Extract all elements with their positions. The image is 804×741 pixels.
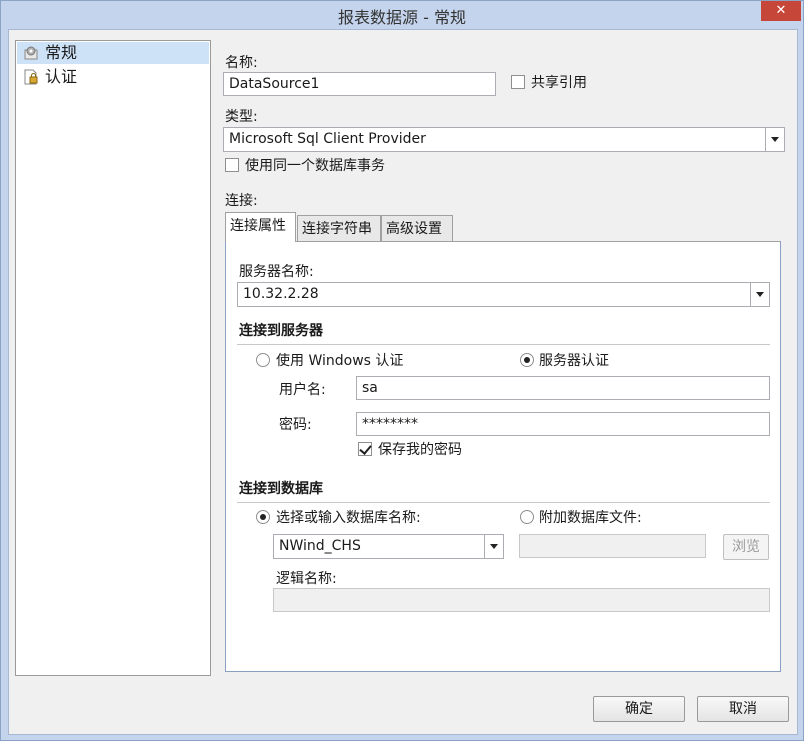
server-name-select[interactable]: 10.32.2.28 (237, 282, 770, 307)
windows-auth-radio[interactable] (256, 353, 270, 367)
divider (237, 502, 770, 503)
logical-name-field (273, 588, 770, 612)
close-button[interactable]: ✕ (761, 1, 801, 21)
password-field[interactable]: ******** (356, 412, 770, 436)
select-db-radio[interactable] (256, 510, 270, 524)
same-transaction-checkbox[interactable] (225, 158, 239, 172)
shared-reference-checkbox[interactable] (511, 75, 525, 89)
server-auth-radio[interactable] (520, 353, 534, 367)
cancel-button[interactable]: 取消 (697, 696, 789, 722)
shared-reference-label: 共享引用 (531, 75, 587, 91)
nav-item-label: 常规 (45, 43, 78, 62)
server-auth-label: 服务器认证 (539, 353, 609, 369)
attach-db-label: 附加数据库文件: (539, 510, 642, 526)
database-name-select[interactable]: NWind_CHS (273, 534, 504, 559)
select-db-label: 选择或输入数据库名称: (276, 510, 421, 526)
connection-properties-panel: 服务器名称: 10.32.2.28 连接到服务器 使用 Windows 认证 服… (225, 241, 781, 672)
dialog-window: 报表数据源 - 常规 ✕ 常规 认证 名称: DataSource1 共享引用 … (0, 0, 804, 741)
nav-item-label: 认证 (45, 67, 78, 86)
type-label: 类型: (225, 109, 258, 125)
connect-db-title: 连接到数据库 (239, 481, 323, 497)
browse-button: 浏览 (723, 534, 769, 560)
attach-db-file-field (519, 534, 706, 558)
nav-item-auth[interactable]: 认证 (17, 66, 209, 88)
window-title: 报表数据源 - 常规 (338, 8, 466, 27)
attach-db-radio[interactable] (520, 510, 534, 524)
connection-label: 连接: (225, 193, 258, 209)
server-name-value: 10.32.2.28 (243, 286, 319, 302)
lock-document-icon (24, 69, 38, 85)
chevron-down-icon[interactable] (750, 283, 769, 306)
nav-item-general[interactable]: 常规 (17, 42, 209, 64)
logical-name-label: 逻辑名称: (276, 571, 337, 587)
server-name-label: 服务器名称: (239, 264, 314, 280)
chevron-down-icon[interactable] (484, 535, 503, 558)
name-label: 名称: (225, 55, 258, 71)
tab-connection-properties[interactable]: 连接属性 (225, 212, 296, 242)
close-icon: ✕ (775, 3, 787, 18)
save-password-label: 保存我的密码 (378, 442, 462, 458)
password-value: ******** (362, 416, 418, 432)
windows-auth-label: 使用 Windows 认证 (276, 353, 404, 369)
dialog-client: 常规 认证 名称: DataSource1 共享引用 类型: Microsoft… (8, 29, 798, 735)
connect-server-title: 连接到服务器 (239, 323, 323, 339)
divider (237, 344, 770, 345)
name-field[interactable]: DataSource1 (223, 72, 496, 96)
type-value: Microsoft Sql Client Provider (229, 131, 426, 147)
name-value: DataSource1 (229, 76, 320, 92)
database-name-value: NWind_CHS (279, 538, 361, 554)
gear-document-icon (24, 46, 38, 60)
username-field[interactable]: sa (356, 376, 770, 400)
username-label: 用户名: (279, 382, 326, 398)
type-select[interactable]: Microsoft Sql Client Provider (223, 127, 785, 152)
save-password-checkbox[interactable] (358, 442, 372, 456)
password-label: 密码: (279, 417, 312, 433)
ok-button[interactable]: 确定 (593, 696, 685, 722)
username-value: sa (362, 380, 378, 396)
tab-advanced-settings[interactable]: 高级设置 (381, 215, 453, 242)
chevron-down-icon[interactable] (765, 128, 784, 151)
nav-list: 常规 认证 (15, 40, 211, 676)
tab-connection-string[interactable]: 连接字符串 (297, 215, 381, 242)
title-bar: 报表数据源 - 常规 ✕ (1, 1, 803, 29)
same-transaction-label: 使用同一个数据库事务 (245, 158, 385, 174)
